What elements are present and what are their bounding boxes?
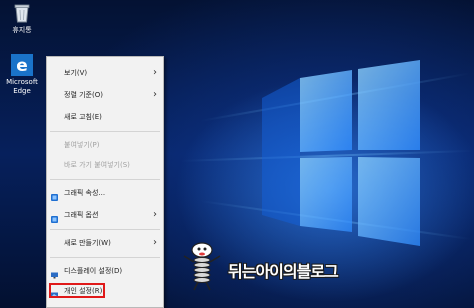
- edge-icon: e: [11, 54, 33, 76]
- light-ray: [199, 72, 471, 122]
- menu-item-paste[interactable]: 붙여넣기(P): [47, 135, 163, 155]
- menu-separator: [50, 257, 160, 258]
- graphics-options-icon: [51, 211, 58, 223]
- desktop-context-menu: 보기(V) › 정렬 기준(O) › 새로 고침(E) 붙여넣기(P) 바로 가…: [46, 56, 164, 308]
- light-ray: [199, 200, 472, 241]
- menu-item-label: 바로 가기 붙여넣기(S): [64, 161, 130, 169]
- graphics-properties-icon: [51, 189, 58, 201]
- menu-item-label: 그래픽 속성...: [64, 189, 106, 197]
- submenu-arrow-icon: ›: [153, 89, 157, 100]
- menu-item-label: 붙여넣기(P): [64, 141, 100, 149]
- svg-text:e: e: [16, 56, 28, 76]
- submenu-arrow-icon: ›: [153, 209, 157, 220]
- desktop-icon-edge[interactable]: e Microsoft Edge: [0, 54, 44, 96]
- menu-item-label: 새로 만들기(W): [64, 239, 111, 247]
- menu-item-view[interactable]: 보기(V) ›: [47, 63, 163, 83]
- desktop-icon-recycle-bin[interactable]: 휴지통: [0, 2, 44, 35]
- blog-watermark: 뒤는아이의블로그: [228, 262, 339, 281]
- highlight-box: [49, 283, 105, 298]
- menu-item-paste-shortcut[interactable]: 바로 가기 붙여넣기(S): [47, 155, 163, 175]
- menu-separator: [50, 229, 160, 230]
- menu-item-graphics-options[interactable]: 그래픽 옵션 ›: [47, 205, 163, 225]
- desktop-icon-label: 휴지통: [12, 26, 32, 34]
- desktop-background[interactable]: 휴지통 e Microsoft Edge 보기(V) › 정렬 기준(O) › …: [0, 0, 474, 308]
- menu-item-display-settings[interactable]: 디스플레이 설정(D): [47, 261, 163, 281]
- menu-separator: [50, 131, 160, 132]
- menu-separator: [50, 179, 160, 180]
- menu-item-refresh[interactable]: 새로 고침(E): [47, 107, 163, 127]
- menu-item-label: 보기(V): [64, 69, 88, 77]
- recycle-bin-icon: [11, 2, 33, 24]
- menu-item-label: 새로 고침(E): [64, 113, 102, 121]
- menu-item-new[interactable]: 새로 만들기(W) ›: [47, 233, 163, 253]
- submenu-arrow-icon: ›: [153, 237, 157, 248]
- menu-item-sort-by[interactable]: 정렬 기준(O) ›: [47, 85, 163, 105]
- submenu-arrow-icon: ›: [153, 67, 157, 78]
- menu-item-label: 그래픽 옵션: [64, 211, 99, 219]
- menu-item-graphics-properties[interactable]: 그래픽 속성...: [47, 183, 163, 203]
- menu-item-label: 정렬 기준(O): [64, 91, 103, 99]
- light-ray: [179, 149, 474, 162]
- display-settings-icon: [51, 267, 58, 279]
- desktop-icon-label: Microsoft Edge: [6, 78, 38, 95]
- menu-item-label: 디스플레이 설정(D): [64, 267, 123, 275]
